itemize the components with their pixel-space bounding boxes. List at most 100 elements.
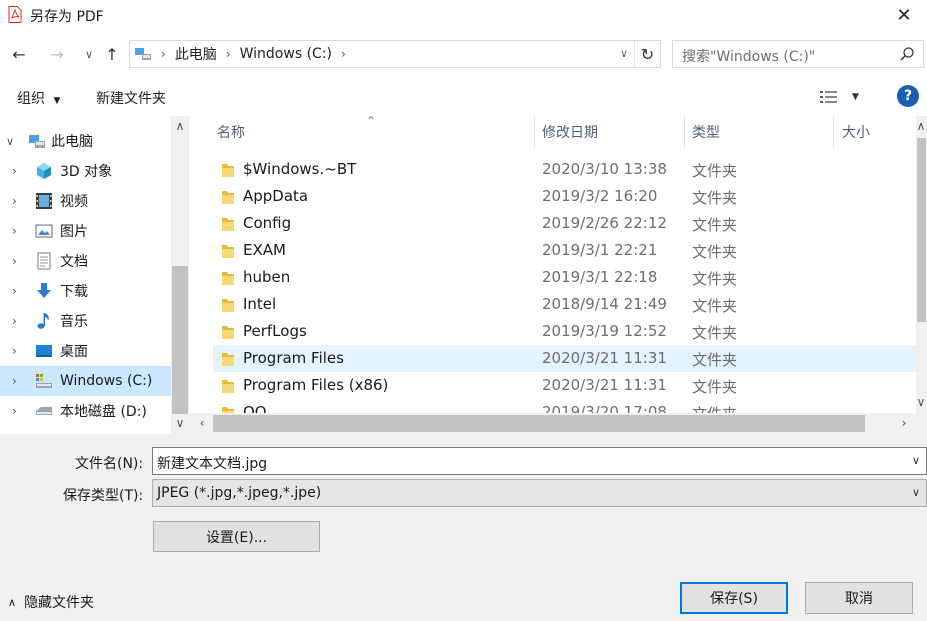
chevron-down-icon[interactable]: ∨ [912,486,920,499]
settings-button[interactable]: 设置(E)... [153,521,320,552]
column-header-name[interactable]: 名称 [217,116,245,148]
column-divider[interactable] [833,116,834,148]
file-row[interactable]: Program Files (x86) 2020/3/21 11:31 文件夹 [213,372,916,399]
file-modified-date: 2019/2/26 22:12 [542,214,667,232]
column-header-type[interactable]: 类型 [692,116,720,148]
sidebar-item-label: 文档 [60,254,88,270]
folder-icon [222,299,234,312]
chevron-right-icon[interactable]: › [12,224,17,238]
scroll-down-icon[interactable]: ∨ [912,395,927,409]
sidebar-item-label: 本地磁盘 (D:) [60,404,147,420]
file-row[interactable]: $Windows.~BT 2020/3/10 13:38 文件夹 [213,156,916,183]
forward-button[interactable]: → [46,43,68,65]
breadcrumb-item-drive-c[interactable]: Windows (C:) [240,46,332,62]
arrow-right-icon: → [50,44,64,64]
filename-field[interactable]: 新建文本文档.jpg ∨ [152,447,927,475]
filetype-value: JPEG (*.jpg,*.jpeg,*.jpe) [157,485,322,501]
file-list-horizontal-scrollbar[interactable]: ‹ › [189,413,927,434]
save-button[interactable]: 保存(S) [680,582,788,614]
file-name[interactable]: Config [243,214,291,232]
hide-folders-toggle[interactable]: ∧ 隐藏文件夹 [8,592,94,612]
file-row[interactable]: EXAM 2019/3/1 22:21 文件夹 [213,237,916,264]
chevron-right-icon[interactable]: › [12,344,17,358]
file-row[interactable]: Intel 2018/9/14 21:49 文件夹 [213,291,916,318]
sidebar-item-label: 图片 [60,224,88,240]
chevron-right-icon[interactable]: › [12,254,17,268]
file-row[interactable]: Config 2019/2/26 22:12 文件夹 [213,210,916,237]
sidebar-item-videos[interactable]: › 视频 [0,186,171,216]
sidebar-item-this-pc[interactable]: ∨ 此电脑 [0,126,171,156]
sidebar-item-pictures[interactable]: › 图片 [0,216,171,246]
file-name[interactable]: Program Files (x86) [243,376,388,394]
scroll-left-icon[interactable]: ‹ [193,416,211,430]
chevron-right-icon[interactable]: › [12,404,17,418]
help-button[interactable]: ? [897,85,919,107]
file-row[interactable]: AppData 2019/3/2 16:20 文件夹 [213,183,916,210]
file-type: 文件夹 [692,216,738,234]
navigation-pane-scrollbar[interactable]: ∧ ∨ [171,116,189,434]
column-divider[interactable] [684,116,685,148]
new-folder-button[interactable]: 新建文件夹 [96,88,166,108]
back-button[interactable]: ← [8,43,30,65]
file-name[interactable]: Program Files [243,349,344,367]
chevron-down-icon[interactable]: ∨ [912,454,920,467]
address-dropdown-icon[interactable]: ∨ [620,47,628,60]
column-divider[interactable] [534,116,535,148]
chevron-right-icon[interactable]: › [12,194,17,208]
file-row[interactable]: huben 2019/3/1 22:18 文件夹 [213,264,916,291]
file-name[interactable]: Intel [243,295,276,313]
column-header-modified[interactable]: 修改日期 [542,116,598,148]
sidebar-item-documents[interactable]: › 文档 [0,246,171,276]
sidebar-item-drive-c[interactable]: › Windows (C:) [0,366,171,396]
file-row[interactable]: PerfLogs 2019/3/19 12:52 文件夹 [213,318,916,345]
sidebar-item-label: 音乐 [60,314,88,330]
file-name[interactable]: $Windows.~BT [243,160,356,178]
folder-icon [222,164,234,177]
sidebar-item-drive-d[interactable]: › 本地磁盘 (D:) [0,396,171,426]
file-modified-date: 2018/9/14 21:49 [542,295,667,313]
chevron-right-icon[interactable]: › [12,374,17,388]
file-name[interactable]: huben [243,268,290,286]
search-box[interactable]: 搜索"Windows (C:)" [672,40,924,68]
breadcrumb-item-this-pc[interactable]: 此电脑 [175,44,217,64]
file-row[interactable]: Program Files 2020/3/21 11:31 文件夹 [213,345,916,372]
refresh-button[interactable]: ↻ [634,41,660,67]
scrollbar-thumb[interactable] [917,138,926,322]
close-button[interactable]: ✕ [881,0,927,30]
breadcrumb-separator[interactable]: › [226,47,231,61]
scroll-up-icon[interactable]: ∧ [912,119,927,133]
chevron-right-icon[interactable]: › [12,284,17,298]
scroll-up-icon[interactable]: ∧ [171,119,189,133]
scroll-down-icon[interactable]: ∨ [171,416,189,430]
file-name[interactable]: AppData [243,187,308,205]
column-header-size[interactable]: 大小 [842,116,870,148]
cancel-button[interactable]: 取消 [805,582,913,614]
command-bar: 组织 ▼ 新建文件夹 ▼ ? [0,78,927,116]
breadcrumb-separator: › [161,47,166,61]
change-view-button[interactable]: ▼ [820,88,864,106]
sidebar-item-downloads[interactable]: › 下载 [0,276,171,306]
breadcrumb-separator[interactable]: › [341,47,346,61]
scrollbar-thumb[interactable] [213,415,865,432]
up-button[interactable]: ↑ [101,43,123,65]
scrollbar-thumb[interactable] [172,266,188,414]
file-name[interactable]: EXAM [243,241,286,259]
recent-locations-button[interactable]: ∨ [78,43,100,65]
sidebar-item-desktop[interactable]: › 桌面 [0,336,171,366]
music-icon [37,313,49,329]
file-name[interactable]: PerfLogs [243,322,307,340]
chevron-down-icon[interactable]: ∨ [6,135,14,148]
sidebar-item-music[interactable]: › 音乐 [0,306,171,336]
organize-button[interactable]: 组织 ▼ [17,88,60,108]
drive-d-icon [36,407,52,415]
filetype-select[interactable]: JPEG (*.jpg,*.jpeg,*.jpe) ∨ [152,479,927,507]
file-list-vertical-scrollbar[interactable]: ∧ ∨ [916,116,927,413]
sidebar-item-3d-objects[interactable]: › 3D 对象 [0,156,171,186]
chevron-right-icon[interactable]: › [12,164,17,178]
filename-value[interactable]: 新建文本文档.jpg [157,453,267,473]
chevron-right-icon[interactable]: › [12,314,17,328]
folder-icon [222,245,234,258]
file-type: 文件夹 [692,378,738,396]
scroll-right-icon[interactable]: › [895,416,913,430]
address-bar[interactable]: › 此电脑 › Windows (C:) › ∨ ↻ [129,40,661,68]
